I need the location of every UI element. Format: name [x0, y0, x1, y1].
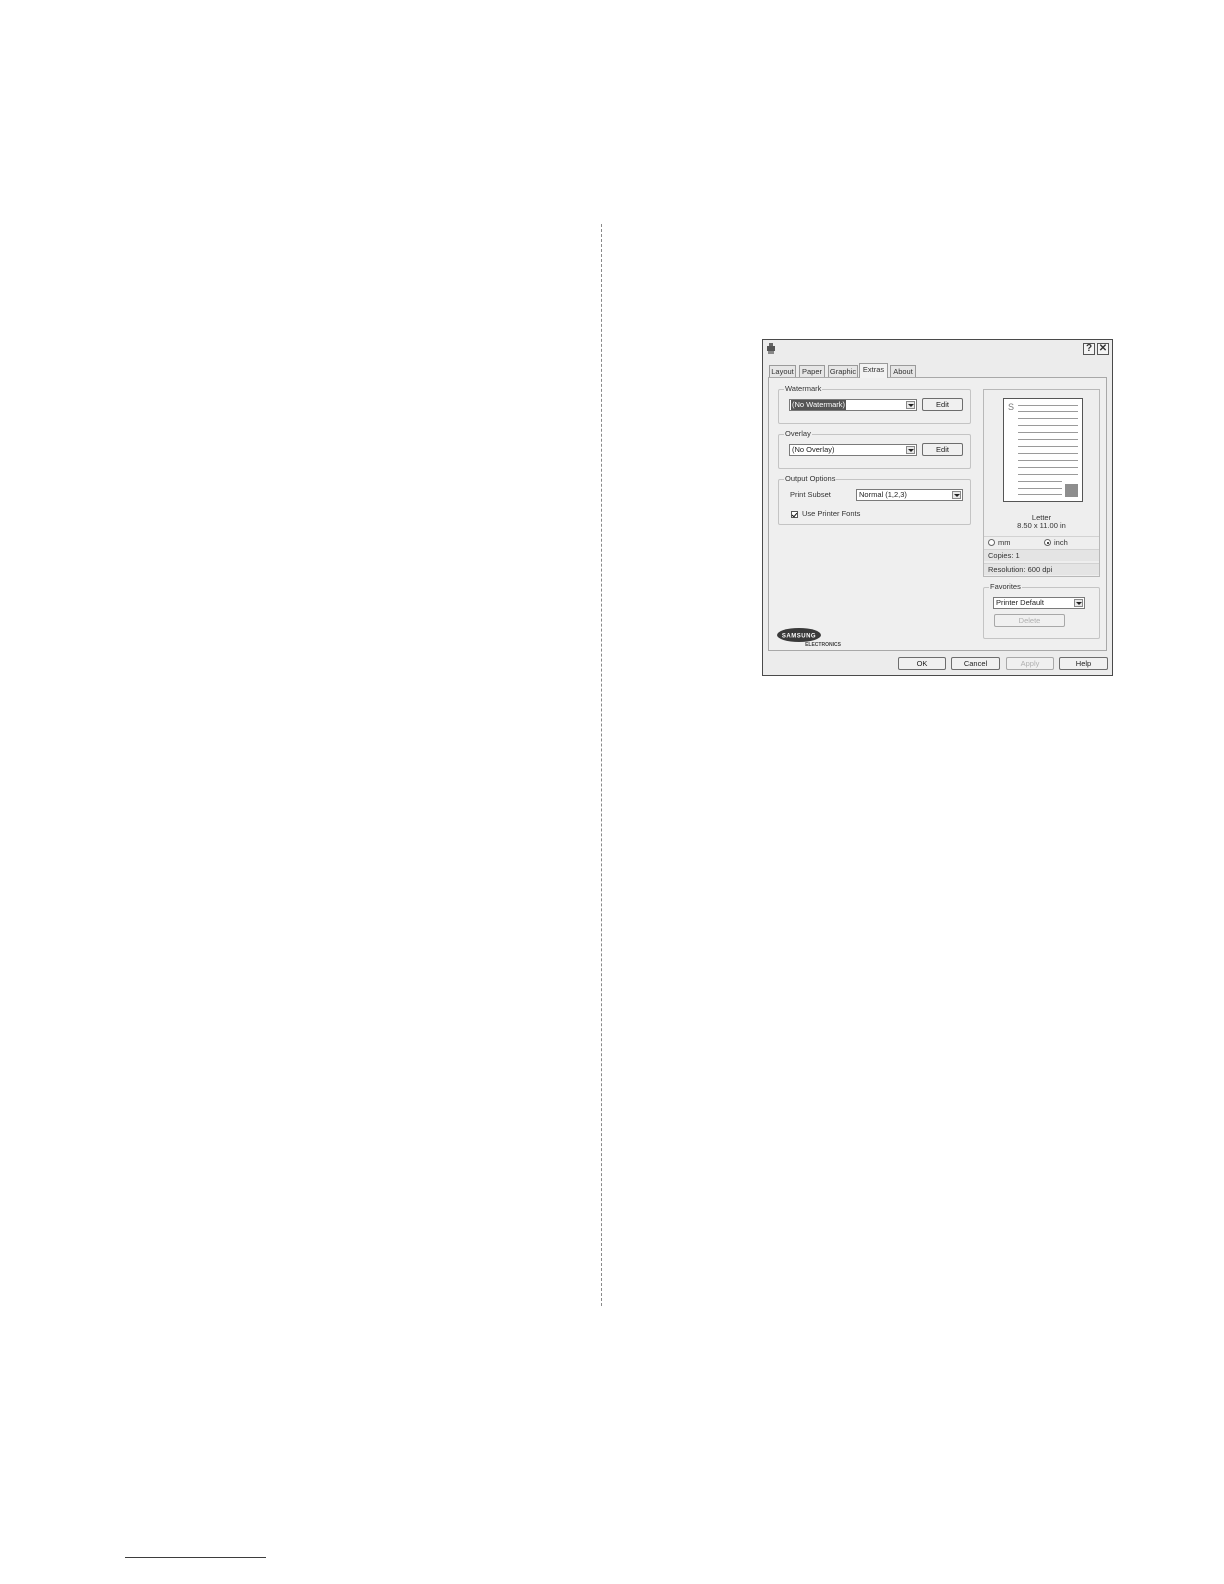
unit-inch-radio[interactable] [1044, 539, 1051, 546]
svg-text:SAMSUNG: SAMSUNG [782, 634, 816, 640]
help-titlebar-button[interactable]: ? [1083, 343, 1095, 355]
title-bar: ? ✕ [763, 340, 1112, 358]
svg-text:ELECTRONICS: ELECTRONICS [805, 642, 842, 648]
unit-mm-label: mm [998, 538, 1011, 547]
printer-properties-dialog: ? ✕ Layout Paper Graphic Extras About Wa… [762, 339, 1113, 676]
output-options-group-label: Output Options [784, 474, 837, 484]
overlay-select[interactable]: (No Overlay) [789, 444, 917, 456]
units-row: mm inch [984, 536, 1099, 548]
help-button[interactable]: Help [1059, 657, 1108, 670]
paper-size: 8.50 x 11.00 in [1017, 521, 1066, 530]
close-button[interactable]: ✕ [1097, 343, 1109, 355]
overlay-select-value: (No Overlay) [792, 445, 835, 454]
chevron-down-icon [1074, 599, 1083, 607]
resolution-row: Resolution: 600 dpi [984, 563, 1099, 575]
overlay-edit-button[interactable]: Edit [922, 443, 963, 456]
cancel-button[interactable]: Cancel [951, 657, 1000, 670]
ok-button[interactable]: OK [898, 657, 946, 670]
print-subset-select[interactable]: Normal (1,2,3) [856, 489, 963, 501]
watermark-select[interactable]: (No Watermark) [789, 399, 917, 411]
watermark-group: Watermark (No Watermark) Edit [778, 384, 971, 424]
resolution-text: Resolution: 600 dpi [988, 565, 1053, 574]
favorites-group-label: Favorites [989, 582, 1022, 592]
tab-about[interactable]: About [890, 365, 916, 377]
footer-rule [125, 1557, 266, 1558]
samsung-electronics-logo: SAMSUNG ELECTRONICS [777, 628, 842, 648]
page-preview-panel: S Letter 8.50 x 11.00 in mm inch Copies:… [983, 389, 1100, 577]
print-subset-value: Normal (1,2,3) [859, 490, 907, 499]
unit-mm-radio[interactable] [988, 539, 995, 546]
favorites-delete-button[interactable]: Delete [994, 614, 1065, 627]
use-printer-fonts-label: Use Printer Fonts [802, 509, 861, 518]
tab-extras[interactable]: Extras [859, 363, 888, 378]
copies-row: Copies: 1 [984, 549, 1099, 561]
page-preview: S [1003, 398, 1083, 502]
favorites-select[interactable]: Printer Default [993, 597, 1085, 609]
page-mark: S [1008, 402, 1015, 412]
chevron-down-icon [952, 491, 961, 499]
tab-paper[interactable]: Paper [799, 365, 825, 377]
copies-text: Copies: 1 [988, 551, 1020, 560]
favorites-select-value: Printer Default [996, 598, 1044, 607]
watermark-edit-button[interactable]: Edit [922, 398, 963, 411]
print-subset-label: Print Subset [790, 490, 831, 499]
tab-graphic[interactable]: Graphic [828, 365, 858, 377]
chevron-down-icon [906, 401, 915, 409]
chevron-down-icon [906, 446, 915, 454]
watermark-select-value: (No Watermark) [791, 400, 847, 410]
extras-tab-panel: Watermark (No Watermark) Edit Overlay (N… [768, 377, 1107, 651]
apply-button[interactable]: Apply [1006, 657, 1054, 670]
page-column-divider [601, 224, 602, 1306]
use-printer-fonts-checkbox[interactable] [791, 511, 798, 518]
overlay-group-label: Overlay [784, 429, 812, 439]
watermark-group-label: Watermark [784, 384, 823, 394]
printer-app-icon [767, 343, 775, 354]
output-options-group: Output Options Print Subset Normal (1,2,… [778, 474, 971, 525]
favorites-group: Favorites Printer Default Delete [983, 582, 1100, 639]
unit-inch-label: inch [1054, 538, 1068, 547]
overlay-group: Overlay (No Overlay) Edit [778, 429, 971, 469]
image-placeholder-icon [1065, 484, 1078, 497]
tab-layout[interactable]: Layout [769, 365, 796, 377]
